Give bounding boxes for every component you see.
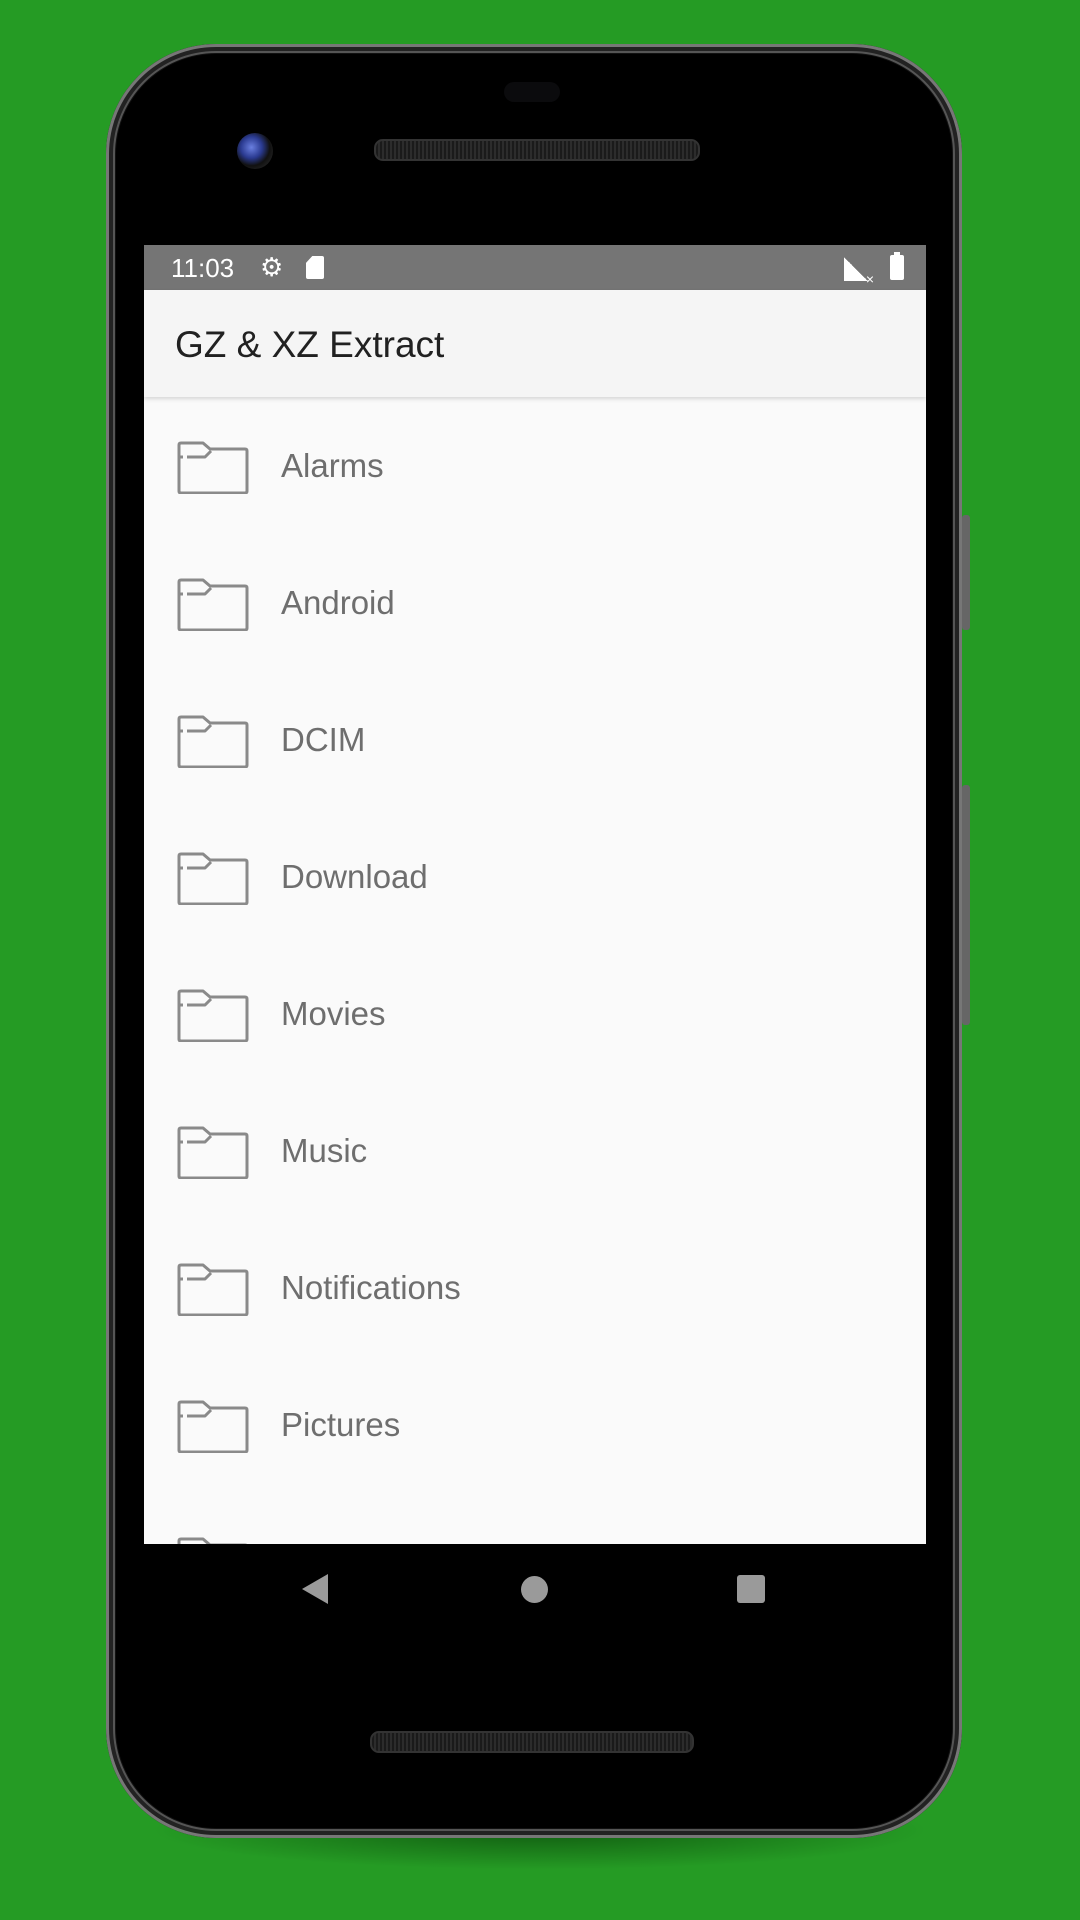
folder-name: Android: [281, 584, 395, 621]
top-speaker: [374, 139, 700, 161]
folder-list-item[interactable]: Notifications: [144, 1219, 926, 1356]
gear-icon: ⚙: [260, 252, 284, 282]
folder-icon: [177, 715, 249, 768]
folder-name: Pictures: [281, 1406, 401, 1443]
folder-list-item[interactable]: DCIM: [144, 671, 926, 808]
folder-name: Alarms: [281, 447, 384, 484]
status-time: 11:03: [171, 253, 235, 283]
navigation-bar: [144, 1544, 926, 1636]
folder-name: Download: [281, 858, 428, 895]
signal-no-sim-icon: [844, 257, 874, 287]
folder-icon: [177, 578, 249, 631]
folder-list-item[interactable]: Pictures: [144, 1356, 926, 1493]
folder-icon: [177, 852, 249, 905]
device-screen: 11:03 ⚙ GZ & XZ Extract Alarms Android D…: [144, 245, 926, 1544]
bottom-speaker: [370, 1731, 694, 1753]
app-title: GZ & XZ Extract: [175, 324, 445, 365]
power-button: [962, 515, 970, 630]
recents-icon[interactable]: [737, 1575, 765, 1603]
folder-list-item[interactable]: Music: [144, 1082, 926, 1219]
folder-list-item[interactable]: Android: [144, 534, 926, 671]
folder-name: Movies: [281, 995, 386, 1032]
folder-icon: [177, 1400, 249, 1453]
folder-list-item[interactable]: Download: [144, 808, 926, 945]
folder-icon: [177, 1126, 249, 1179]
folder-icon: [177, 1263, 249, 1316]
sd-card-icon: [306, 256, 324, 279]
folder-list-item[interactable]: Alarms: [144, 397, 926, 534]
proximity-sensor: [504, 82, 560, 102]
home-icon[interactable]: [521, 1576, 548, 1603]
battery-icon: [890, 252, 904, 280]
folder-list-item[interactable]: [144, 1493, 926, 1544]
back-icon[interactable]: [302, 1574, 328, 1604]
folder-list-item[interactable]: Movies: [144, 945, 926, 1082]
folder-name: DCIM: [281, 721, 366, 758]
folder-icon: [177, 441, 249, 494]
folder-name: Notifications: [281, 1269, 461, 1306]
front-camera-icon: [237, 133, 273, 169]
status-bar: 11:03 ⚙: [144, 245, 926, 290]
folder-name: Music: [281, 1132, 368, 1169]
volume-button: [962, 785, 970, 1025]
folder-icon: [177, 1537, 247, 1544]
app-bar: GZ & XZ Extract: [144, 290, 926, 397]
folder-icon: [177, 989, 249, 1042]
folder-list[interactable]: Alarms Android DCIM Download Movies Musi…: [144, 397, 926, 1544]
